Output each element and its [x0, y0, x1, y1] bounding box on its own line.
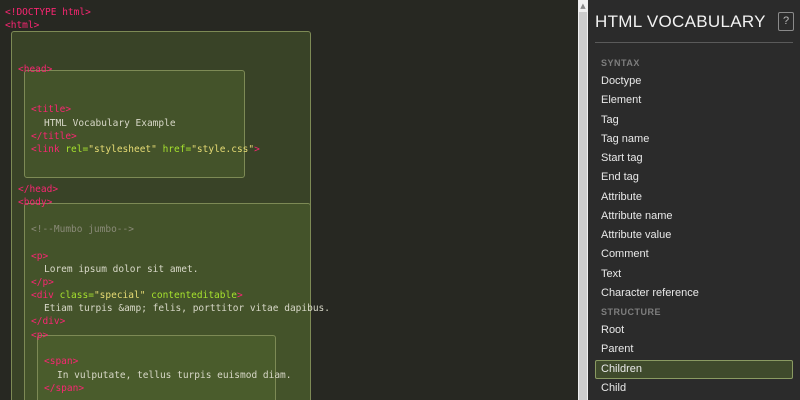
vocab-item-tag-name[interactable]: Tag name: [595, 130, 793, 149]
code-token: </p>: [31, 277, 54, 288]
code-line: <span>: [44, 355, 78, 368]
vocab-item-end-tag[interactable]: End tag: [595, 168, 793, 187]
code-token: "special": [93, 290, 146, 301]
help-button[interactable]: ?: [778, 12, 794, 31]
code-token: </title>: [31, 131, 77, 142]
vocab-item-child[interactable]: Child: [595, 379, 793, 398]
code-token: "style.css": [191, 144, 255, 155]
code-token: <title>: [31, 104, 72, 115]
vocab-item-attribute-value[interactable]: Attribute value: [595, 226, 793, 245]
code-token: Lorem ipsum dolor sit amet.: [44, 264, 199, 275]
vocab-item-comment[interactable]: Comment: [595, 245, 793, 264]
code-line: <p>: [31, 250, 48, 263]
code-pane: <!DOCTYPE html> <html> <head> <title> HTML V…: [0, 0, 578, 400]
code-token: </span>: [44, 383, 85, 394]
code-token: </head>: [18, 184, 59, 195]
code-line: </p>: [31, 276, 54, 289]
code-line: <!DOCTYPE html>: [5, 6, 91, 19]
scroll-up-icon[interactable]: ▲: [579, 1, 587, 11]
code-token: <p>: [31, 330, 49, 341]
title-divider: [595, 42, 793, 43]
code-token: rel=: [65, 144, 89, 155]
code-line: </div>: [31, 315, 65, 328]
code-token: <span>: [44, 356, 79, 367]
vocab-item-children[interactable]: Children: [595, 359, 793, 379]
code-line: Etiam turpis &amp; felis, porttitor vita…: [44, 302, 330, 315]
code-line: </head>: [18, 183, 58, 196]
section-header: SYNTAX: [601, 58, 640, 68]
code-token: <div: [31, 290, 60, 301]
vocab-item-tag[interactable]: Tag: [595, 111, 793, 130]
scroll-thumb[interactable]: [579, 12, 587, 400]
code-token: class=: [59, 290, 94, 301]
code-token: >: [236, 290, 243, 301]
code-token: <html>: [5, 20, 40, 31]
code-token: <!--Mumbo jumbo-->: [31, 224, 134, 235]
code-line: <body>: [18, 196, 52, 209]
code-token: contenteditable: [145, 290, 237, 301]
code-token: In vulputate, tellus turpis euismod diam…: [57, 370, 292, 381]
code-token: <head>: [18, 64, 53, 75]
vocab-item-element[interactable]: Element: [595, 91, 793, 110]
code-token: </div>: [31, 316, 66, 327]
code-scrollbar[interactable]: ▲: [578, 0, 588, 400]
vocab-item-attribute[interactable]: Attribute: [595, 188, 793, 207]
vocab-item-doctype[interactable]: Doctype: [595, 72, 793, 91]
code-line: </title>: [31, 130, 77, 143]
vocab-item-root[interactable]: Root: [595, 321, 793, 340]
vocabulary-title: HTML VOCABULARY: [595, 12, 766, 31]
code-line: <link rel="stylesheet" href="style.css">: [31, 143, 260, 156]
code-token: <body>: [18, 197, 53, 208]
vocabulary-sidebar: HTML VOCABULARY ? SYNTAX Doctype Element Ta…: [588, 0, 800, 400]
vocab-item-start-tag[interactable]: Start tag: [595, 149, 793, 168]
code-token: HTML Vocabulary Example: [44, 118, 176, 129]
code-line: Lorem ipsum dolor sit amet.: [44, 263, 198, 276]
vocab-item-parent[interactable]: Parent: [595, 340, 793, 359]
code-line: In vulputate, tellus turpis euismod diam…: [57, 369, 292, 382]
vocab-item-character-reference[interactable]: Character reference: [595, 284, 793, 303]
code-line: HTML Vocabulary Example: [44, 117, 176, 130]
code-token: "stylesheet": [88, 144, 157, 155]
code-token: <!DOCTYPE html>: [5, 7, 91, 18]
code-line: <p>: [31, 329, 48, 342]
code-token: >: [254, 144, 260, 155]
code-token: Etiam turpis &amp; felis, porttitor vita…: [44, 303, 330, 314]
code-line: <html>: [5, 19, 39, 32]
code-token: <p>: [31, 251, 49, 262]
code-token: <link: [31, 144, 66, 155]
vocab-item-attribute-name[interactable]: Attribute name: [595, 207, 793, 226]
code-line: <head>: [18, 63, 52, 76]
code-line: <title>: [31, 103, 71, 116]
code-line: <div class="special" contenteditable>: [31, 289, 243, 302]
code-line: </span>: [44, 382, 84, 395]
code-token: href=: [156, 144, 192, 155]
section-header: STRUCTURE: [601, 307, 661, 317]
code-line: <!--Mumbo jumbo-->: [31, 223, 134, 236]
vocab-item-text[interactable]: Text: [595, 265, 793, 284]
